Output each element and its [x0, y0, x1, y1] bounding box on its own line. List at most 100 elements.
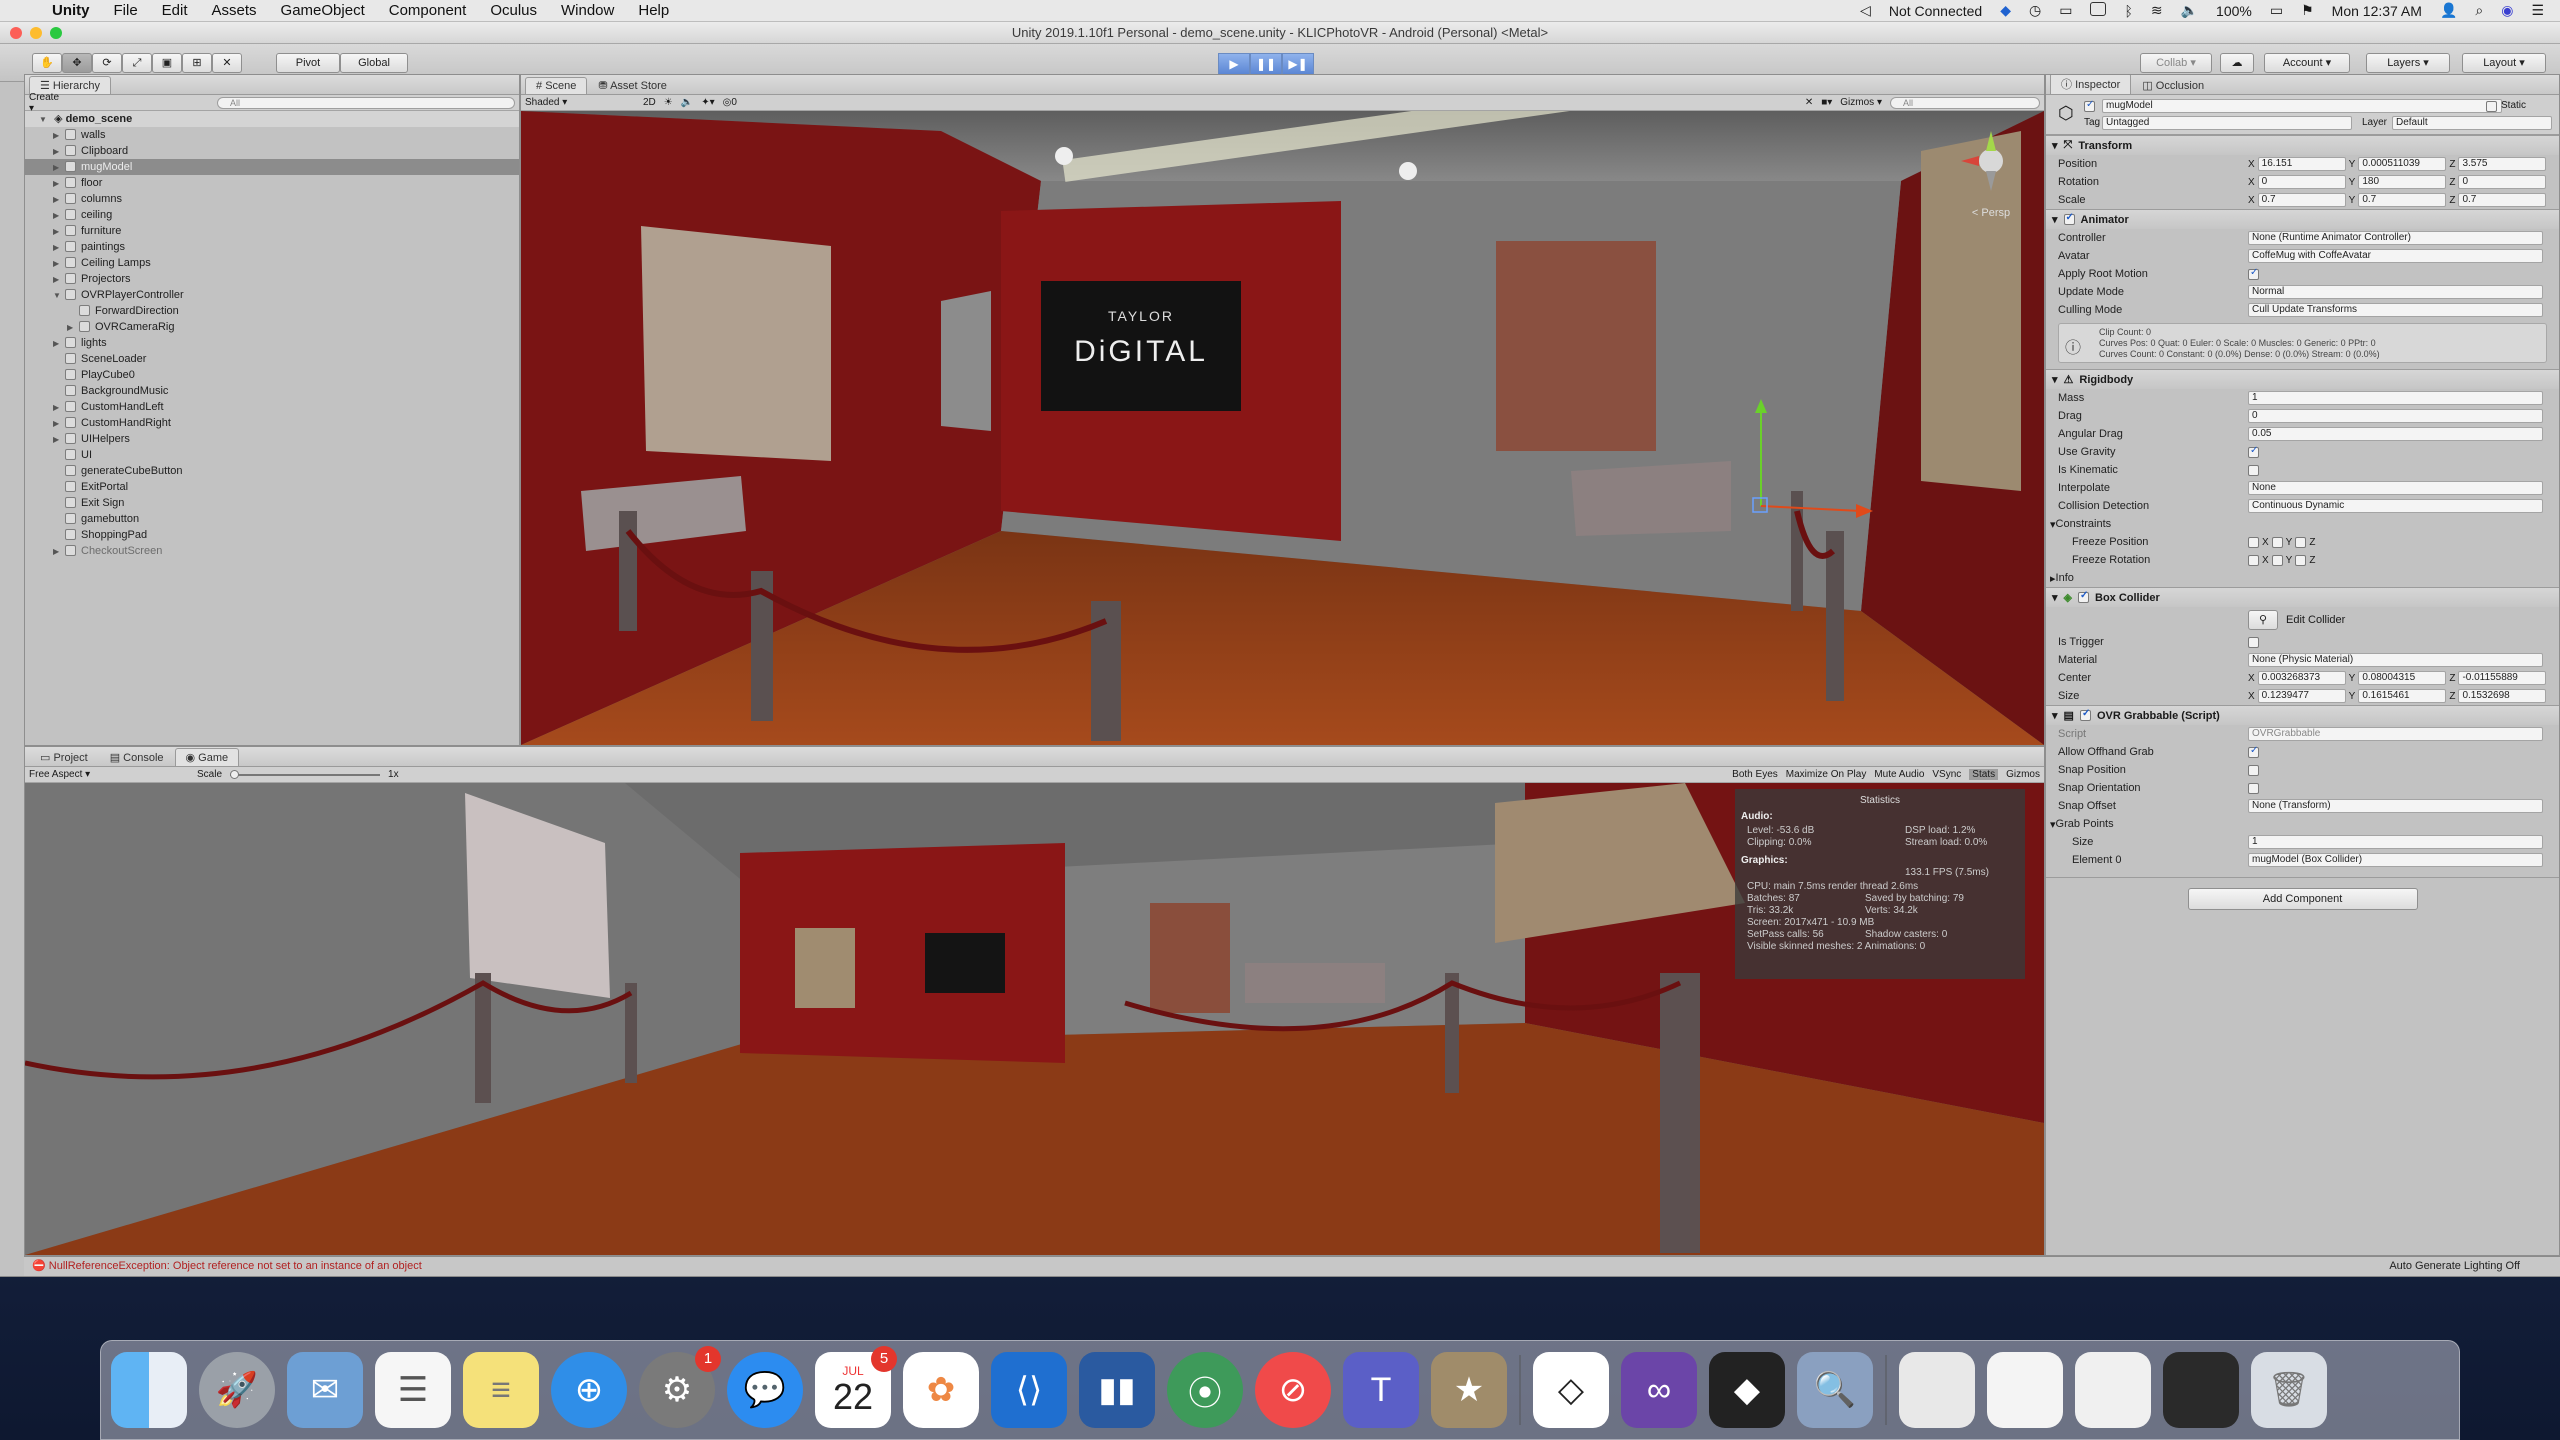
hierarchy-row[interactable]: ▶ Ceiling Lamps: [25, 255, 519, 271]
menu-window[interactable]: Window: [549, 2, 626, 19]
animator-header[interactable]: ▾ Animator: [2046, 209, 2559, 229]
dropbox-icon[interactable]: ◆: [2000, 2, 2011, 19]
hierarchy-row[interactable]: ▶ Projectors: [25, 271, 519, 287]
snap-offset-field[interactable]: None (Transform): [2248, 799, 2543, 813]
volume-icon[interactable]: 🔈: [2181, 2, 2198, 19]
teams-icon[interactable]: T: [1343, 1352, 1419, 1428]
expand-arrow-icon[interactable]: ▶: [67, 320, 79, 336]
game-viewport[interactable]: Statistics Audio: Level: -53.6 dB Clippi…: [25, 783, 2044, 1255]
ovr-grabbable-header[interactable]: ▾ ▤OVR Grabbable (Script): [2046, 705, 2559, 725]
news-icon[interactable]: ⊘: [1255, 1352, 1331, 1428]
both-eyes-dropdown[interactable]: Both Eyes: [1732, 769, 1778, 780]
apply-root-motion-checkbox[interactable]: [2248, 267, 2259, 280]
tab-project[interactable]: ▭ Project: [29, 748, 99, 766]
hierarchy-row[interactable]: generateCubeButton: [25, 463, 519, 479]
hierarchy-row[interactable]: ▶ walls: [25, 127, 519, 143]
animator-enabled-checkbox[interactable]: [2063, 212, 2075, 225]
size-z-field[interactable]: 0.1532698: [2458, 689, 2547, 703]
scene-search-input[interactable]: All: [1890, 96, 2040, 109]
trash-icon[interactable]: 🗑: [2251, 1352, 2327, 1428]
grab-points-label[interactable]: Grab Points: [2056, 818, 2246, 830]
airplay-icon[interactable]: ▭: [2059, 2, 2072, 19]
expand-arrow-icon[interactable]: ▶: [53, 208, 65, 224]
vsync-toggle[interactable]: VSync: [1932, 769, 1961, 780]
pivot-toggle[interactable]: Pivot: [276, 53, 340, 73]
rigidbody-header[interactable]: ▾ ⚠ Rigidbody: [2046, 369, 2559, 389]
freeze-rotation-toggles[interactable]: X Y Z: [2248, 554, 2315, 566]
2d-toggle[interactable]: 2D: [643, 97, 656, 108]
status-bar[interactable]: ⛔ NullReferenceException: Object referen…: [24, 1256, 2560, 1276]
edit-collider-button[interactable]: ⚲: [2248, 610, 2278, 630]
global-toggle[interactable]: Global: [340, 53, 408, 73]
parallels-icon[interactable]: ▮▮: [1079, 1352, 1155, 1428]
scene-viewport[interactable]: TAYLOR DiGITAL < Persp: [521, 111, 2044, 745]
hierarchy-row[interactable]: ▶ furniture: [25, 223, 519, 239]
hierarchy-row[interactable]: ▶ CustomHandRight: [25, 415, 519, 431]
hierarchy-row[interactable]: ▶ mugModel: [25, 159, 519, 175]
layer-dropdown[interactable]: Default: [2392, 116, 2552, 130]
is-kinematic-checkbox[interactable]: [2248, 464, 2259, 476]
system-preferences-icon[interactable]: ⚙ 1: [639, 1346, 721, 1428]
scale-slider-handle[interactable]: [230, 769, 240, 779]
drag-field[interactable]: 0: [2248, 409, 2543, 423]
tab-scene[interactable]: # Scene: [525, 77, 588, 94]
hierarchy-row[interactable]: ▶ lights: [25, 335, 519, 351]
expand-arrow-icon[interactable]: ▶: [53, 336, 65, 352]
is-trigger-checkbox[interactable]: [2248, 636, 2259, 648]
hierarchy-row[interactable]: ▶ floor: [25, 175, 519, 191]
finder-icon[interactable]: [111, 1352, 187, 1428]
expand-arrow-icon[interactable]: ▶: [53, 240, 65, 256]
scene-root-row[interactable]: ▼ ◈ demo_scene: [25, 111, 519, 127]
preview-icon[interactable]: 🔍: [1797, 1352, 1873, 1428]
static-checkbox[interactable]: [2486, 101, 2497, 112]
snap-position-checkbox[interactable]: [2248, 764, 2259, 776]
hierarchy-row[interactable]: Exit Sign: [25, 495, 519, 511]
hierarchy-row[interactable]: ▶ OVRCameraRig: [25, 319, 519, 335]
tab-inspector[interactable]: ⓘ Inspector: [2050, 75, 2132, 94]
lighting-toggle-icon[interactable]: ☀: [664, 97, 673, 108]
position-y-field[interactable]: 0.000511039: [2358, 157, 2447, 171]
unity-collab-icon[interactable]: ◁: [1860, 2, 1871, 19]
freeze-position-toggles[interactable]: X Y Z: [2248, 536, 2315, 548]
camera-icon[interactable]: ■▾: [1821, 97, 1832, 108]
move-tool-button[interactable]: ✥: [62, 53, 92, 73]
console-error-message[interactable]: NullReferenceException: Object reference…: [49, 1260, 422, 1272]
allow-offhand-grab-checkbox[interactable]: [2248, 745, 2259, 758]
expand-arrow-icon[interactable]: ▶: [53, 160, 65, 176]
collision-detection-dropdown[interactable]: Continuous Dynamic: [2248, 499, 2543, 513]
rect-tool-button[interactable]: ▣: [152, 53, 182, 73]
minimize-window-button[interactable]: [30, 27, 42, 39]
siri-icon[interactable]: ◉: [2501, 2, 2513, 19]
custom-tool-button[interactable]: ✕: [212, 53, 242, 73]
mail-icon[interactable]: ✉: [287, 1352, 363, 1428]
hierarchy-row[interactable]: ▶ columns: [25, 191, 519, 207]
rotation-z-field[interactable]: 0: [2458, 175, 2547, 189]
material-field[interactable]: None (Physic Material): [2248, 653, 2543, 667]
launchpad-icon[interactable]: 🚀: [199, 1352, 275, 1428]
add-component-button[interactable]: Add Component: [2187, 888, 2418, 910]
expand-arrow-icon[interactable]: ▶: [53, 272, 65, 288]
center-x-field[interactable]: 0.003268373: [2257, 671, 2346, 685]
hierarchy-row[interactable]: PlayCube0: [25, 367, 519, 383]
keyboard-icon[interactable]: [2090, 2, 2107, 19]
scale-x-field[interactable]: 0.7: [2257, 193, 2346, 207]
hierarchy-row[interactable]: SceneLoader: [25, 351, 519, 367]
aspect-dropdown[interactable]: Free Aspect ▾: [29, 769, 189, 780]
game-gizmos-dropdown[interactable]: Gizmos: [2006, 769, 2040, 780]
archive-icon[interactable]: ★: [1431, 1352, 1507, 1428]
recent-window-thumbnail[interactable]: [1987, 1352, 2063, 1428]
expand-arrow-icon[interactable]: ▶: [53, 416, 65, 432]
collab-button[interactable]: Collab ▾: [2140, 53, 2212, 73]
time-machine-icon[interactable]: ◷: [2029, 2, 2041, 19]
menu-app[interactable]: Unity: [40, 2, 102, 19]
pause-button[interactable]: ❚❚: [1250, 53, 1282, 75]
rotate-tool-button[interactable]: ⟳: [92, 53, 122, 73]
menu-component[interactable]: Component: [377, 2, 479, 19]
close-window-button[interactable]: [10, 27, 22, 39]
maximize-on-play-toggle[interactable]: Maximize On Play: [1786, 769, 1867, 780]
layers-dropdown[interactable]: Layers ▾: [2366, 53, 2450, 73]
calendar-icon[interactable]: JUL 22 5: [815, 1346, 897, 1428]
expand-arrow-icon[interactable]: ▶: [53, 256, 65, 272]
expand-arrow-icon[interactable]: ▶: [53, 144, 65, 160]
menu-gameobject[interactable]: GameObject: [269, 2, 377, 19]
